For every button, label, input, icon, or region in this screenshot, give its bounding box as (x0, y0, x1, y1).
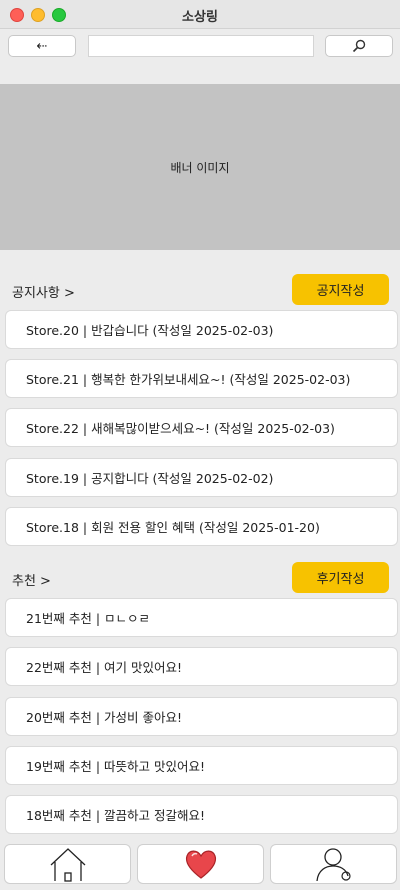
write-review-button[interactable]: 후기작성 (292, 562, 389, 593)
home-icon (50, 848, 85, 882)
tab-home[interactable] (4, 844, 131, 884)
notice-item[interactable]: Store.20 | 반갑습니다 (작성일 2025-02-03) (5, 310, 398, 349)
back-button[interactable]: ⇠ (8, 35, 76, 57)
search-icon (352, 39, 366, 53)
notice-item[interactable]: Store.22 | 새해복많이받으세요~! (작성일 2025-02-03) (5, 408, 398, 447)
recommend-item[interactable]: 20번째 추천 | 가성비 좋아요! (5, 697, 398, 736)
notice-item[interactable]: Store.19 | 공지합니다 (작성일 2025-02-02) (5, 458, 398, 497)
write-notice-button[interactable]: 공지작성 (292, 274, 389, 305)
banner-label: 배너 이미지 (170, 160, 230, 175)
back-arrow-icon: ⇠ (36, 38, 48, 54)
tab-profile[interactable] (270, 844, 397, 884)
user-icon (315, 848, 351, 882)
search-input[interactable] (88, 35, 314, 57)
recommend-item[interactable]: 21번째 추천 | ㅁㄴㅇㄹ (5, 598, 398, 637)
banner-image[interactable]: 배너 이미지 (0, 84, 400, 250)
tab-favorites[interactable] (137, 844, 264, 884)
recommend-item[interactable]: 18번째 추천 | 깔끔하고 정갈해요! (5, 795, 398, 834)
notices-header-link[interactable]: 공지사항 > (12, 282, 75, 301)
window-title: 소상링 (182, 10, 218, 25)
recommend-item[interactable]: 19번째 추천 | 따뜻하고 맛있어요! (5, 746, 398, 785)
recommend-item[interactable]: 22번째 추천 | 여기 맛있어요! (5, 647, 398, 686)
heart-icon (185, 850, 216, 879)
search-button[interactable] (325, 35, 393, 57)
recommend-header-link[interactable]: 추천 > (12, 570, 51, 589)
notice-item[interactable]: Store.21 | 행복한 한가위보내세요~! (작성일 2025-02-03… (5, 359, 398, 398)
notice-item[interactable]: Store.18 | 회원 전용 할인 혜택 (작성일 2025-01-20) (5, 507, 398, 546)
title-bar: 소상링 (0, 0, 400, 29)
